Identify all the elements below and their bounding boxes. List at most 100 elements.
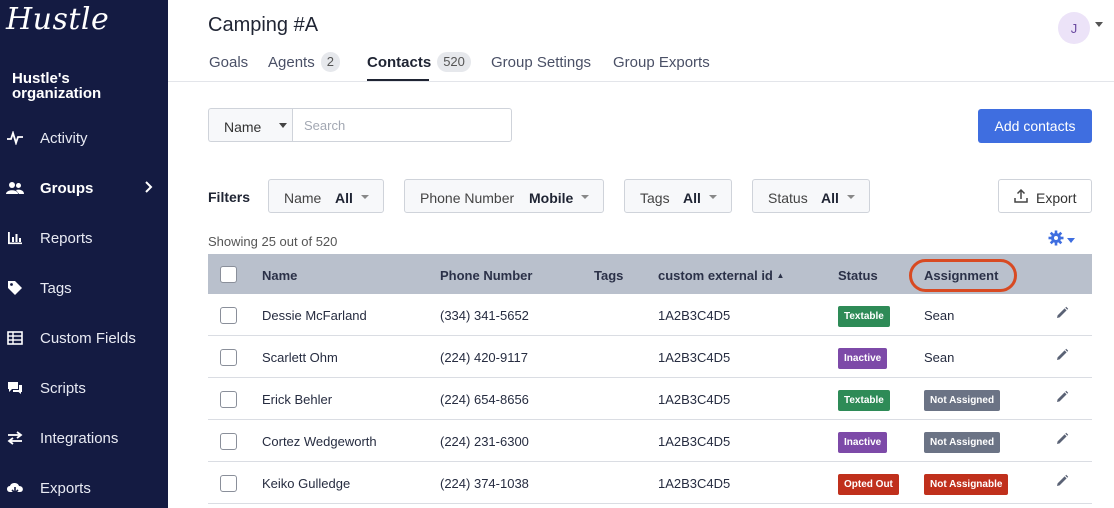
status-badge: Inactive (838, 348, 888, 369)
filter-status[interactable]: Status All (752, 179, 870, 213)
filter-name[interactable]: Name All (268, 179, 384, 213)
groups-icon (6, 179, 24, 197)
status-badge: Textable (838, 306, 890, 327)
export-button[interactable]: Export (998, 179, 1092, 213)
sidebar-item-integrations[interactable]: Integrations (0, 421, 168, 455)
page-title: Camping #A (208, 14, 319, 36)
contact-name: Keiko Gulledge (262, 476, 351, 491)
contact-phone: (224) 231-6300 (440, 434, 529, 449)
sidebar-item-label: Integrations (40, 429, 119, 447)
table-row[interactable]: Erick Behler (224) 654-8656 1A2B3C4D5 Te… (208, 378, 1092, 420)
tab-goals[interactable]: Goals (209, 54, 248, 82)
sort-ascending-icon: ▲ (776, 271, 785, 280)
sidebar-item-label: Scripts (40, 379, 86, 397)
activity-icon (6, 129, 24, 147)
gear-icon (1048, 230, 1064, 251)
sidebar-item-custom-fields[interactable]: Custom Fields (0, 321, 168, 355)
assignment-badge: Not Assignable (924, 474, 1009, 495)
caret-down-icon (1067, 238, 1075, 243)
tab-group-exports[interactable]: Group Exports (613, 54, 710, 82)
column-header-name[interactable]: Name (262, 268, 297, 283)
reports-icon (6, 229, 24, 247)
add-contacts-button[interactable]: Add contacts (978, 109, 1092, 143)
contacts-count-badge: 520 (437, 52, 471, 72)
contact-name: Erick Behler (262, 392, 333, 407)
caret-down-icon (709, 195, 717, 199)
caret-down-icon (581, 195, 589, 199)
table-row[interactable]: Keiko Gulledge (224) 374-1038 1A2B3C4D5 … (208, 462, 1092, 504)
tab-group-settings[interactable]: Group Settings (491, 54, 591, 82)
contact-external-id: 1A2B3C4D5 (658, 434, 731, 449)
sidebar-item-label: Activity (40, 129, 88, 147)
sidebar: Hustle Hustle's organization Activity Gr… (0, 0, 168, 508)
contact-phone: (224) 420-9117 (440, 350, 528, 365)
select-all-checkbox[interactable] (220, 266, 237, 283)
table-row[interactable]: Cortez Wedgeworth (224) 231-6300 1A2B3C4… (208, 420, 1092, 462)
edit-pencil-icon[interactable] (1055, 390, 1069, 409)
contact-external-id: 1A2B3C4D5 (658, 392, 731, 407)
sidebar-item-scripts[interactable]: Scripts (0, 371, 168, 405)
organization-name: Hustle's organization (12, 70, 102, 102)
row-checkbox[interactable] (220, 475, 237, 492)
sidebar-item-label: Tags (40, 279, 72, 297)
caret-down-icon (279, 123, 287, 128)
contact-name: Scarlett Ohm (262, 350, 338, 365)
row-checkbox[interactable] (220, 433, 237, 450)
filters-label: Filters (208, 189, 251, 205)
custom-fields-icon (6, 329, 24, 347)
sidebar-item-reports[interactable]: Reports (0, 221, 168, 255)
contact-phone: (224) 374-1038 (440, 476, 529, 491)
edit-pencil-icon[interactable] (1055, 432, 1069, 451)
contact-external-id: 1A2B3C4D5 (658, 350, 731, 365)
table-row[interactable]: Dessie McFarland (334) 341-5652 1A2B3C4D… (208, 294, 1092, 336)
filter-tags[interactable]: Tags All (624, 179, 732, 213)
column-header-phone[interactable]: Phone Number (440, 268, 532, 283)
tab-contacts[interactable]: Contacts 520 (367, 50, 471, 78)
contact-phone: (224) 654-8656 (440, 392, 529, 407)
row-checkbox[interactable] (220, 391, 237, 408)
column-header-status[interactable]: Status (838, 268, 878, 283)
assignment-highlight-circle (909, 259, 1017, 292)
hustle-logo[interactable]: Hustle (6, 2, 109, 37)
contact-phone: (334) 341-5652 (440, 308, 529, 323)
assignment-badge: Not Assigned (924, 432, 1001, 453)
contact-name: Cortez Wedgeworth (262, 434, 377, 449)
caret-down-icon (361, 195, 369, 199)
export-icon (1013, 188, 1029, 209)
sidebar-item-groups[interactable]: Groups (0, 171, 168, 205)
column-header-tags[interactable]: Tags (594, 268, 623, 283)
status-badge: Inactive (838, 432, 888, 453)
contact-name: Dessie McFarland (262, 308, 367, 323)
search-field-select[interactable]: Name (208, 108, 294, 142)
search-input[interactable] (292, 108, 512, 142)
avatar[interactable]: J (1058, 12, 1090, 44)
filter-phone-number[interactable]: Phone Number Mobile (404, 179, 604, 213)
column-settings-button[interactable] (1048, 230, 1075, 251)
assignment-value: Sean (924, 350, 955, 365)
sidebar-item-label: Reports (40, 229, 93, 247)
agents-count-badge: 2 (320, 52, 340, 72)
tab-agents[interactable]: Agents 2 (268, 50, 340, 78)
exports-icon (6, 479, 24, 497)
results-count: Showing 25 out of 520 (208, 234, 338, 249)
row-checkbox[interactable] (220, 349, 237, 366)
column-header-external-id[interactable]: custom external id ▲ (658, 268, 784, 283)
chevron-right-icon (145, 180, 153, 196)
table-row[interactable]: Scarlett Ohm (224) 420-9117 1A2B3C4D5 In… (208, 336, 1092, 378)
edit-pencil-icon[interactable] (1055, 306, 1069, 325)
edit-pencil-icon[interactable] (1055, 474, 1069, 493)
tabs-divider (168, 81, 1114, 82)
assignment-value: Sean (924, 308, 955, 323)
edit-pencil-icon[interactable] (1055, 348, 1069, 367)
tag-icon (6, 279, 24, 297)
sidebar-item-label: Exports (40, 479, 91, 497)
status-badge: Textable (838, 390, 890, 411)
sidebar-item-exports[interactable]: Exports (0, 471, 168, 505)
status-badge: Opted Out (838, 474, 899, 495)
caret-down-icon[interactable] (1095, 22, 1103, 27)
row-checkbox[interactable] (220, 307, 237, 324)
sidebar-item-tags[interactable]: Tags (0, 271, 168, 305)
contact-external-id: 1A2B3C4D5 (658, 476, 731, 491)
sidebar-item-activity[interactable]: Activity (0, 121, 168, 155)
contact-external-id: 1A2B3C4D5 (658, 308, 731, 323)
